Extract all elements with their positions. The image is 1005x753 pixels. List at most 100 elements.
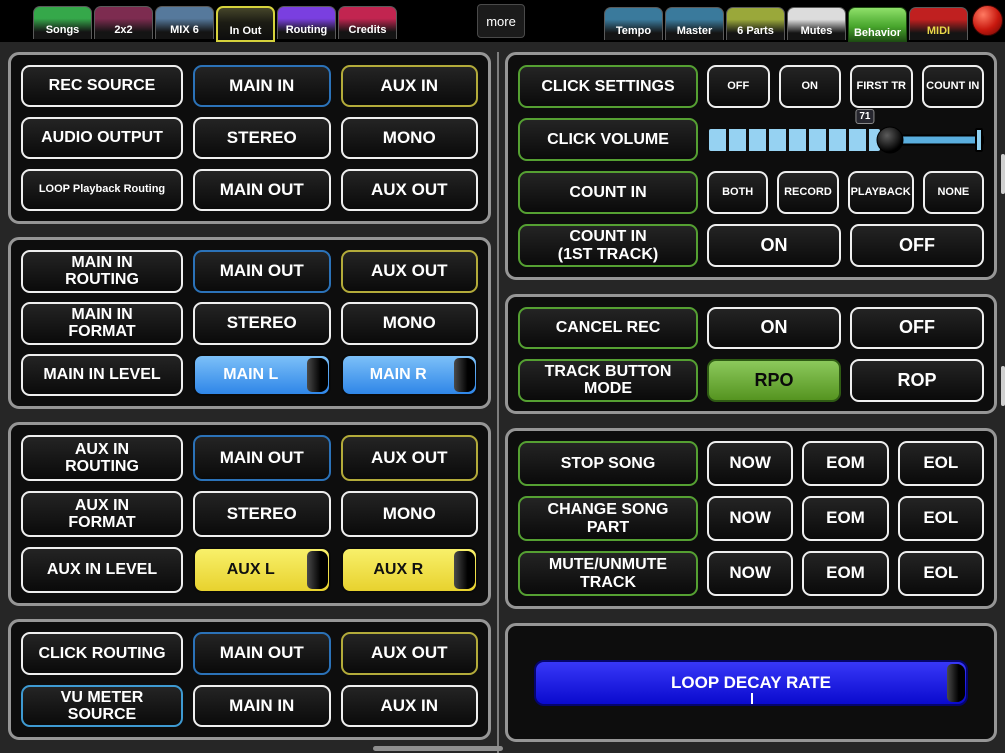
- tab-label: 6 Parts: [737, 25, 774, 37]
- cancel-rec-off-button[interactable]: OFF: [850, 307, 984, 349]
- vu-meter-source-label[interactable]: VU METER SOURCE: [21, 684, 183, 728]
- audio-output-label[interactable]: AUDIO OUTPUT: [21, 117, 183, 159]
- slider-knob[interactable]: [306, 358, 328, 392]
- count-in-first-off-button[interactable]: OFF: [850, 224, 984, 267]
- aux-in-format-label[interactable]: AUX IN FORMAT: [21, 491, 183, 537]
- tab-in-out[interactable]: In Out: [216, 6, 275, 42]
- tab-master[interactable]: Master: [665, 7, 724, 40]
- count-in-record-button[interactable]: RECORD: [777, 171, 839, 214]
- click-settings-label[interactable]: CLICK SETTINGS: [518, 65, 698, 108]
- aux-in-routing-label[interactable]: AUX IN ROUTING: [21, 435, 183, 481]
- main-l-level-slider[interactable]: MAIN L: [193, 354, 331, 396]
- main-out-button[interactable]: MAIN OUT: [193, 435, 331, 481]
- stop-song-eol-button[interactable]: EOL: [897, 441, 984, 486]
- mono-button[interactable]: MONO: [340, 117, 478, 159]
- count-in-first-track-label[interactable]: COUNT IN (1ST TRACK): [518, 224, 698, 267]
- red-round-button[interactable]: [972, 5, 1003, 36]
- mute-eom-button[interactable]: EOM: [802, 551, 889, 596]
- stereo-button[interactable]: STEREO: [193, 491, 331, 537]
- main-out-button[interactable]: MAIN OUT: [193, 169, 331, 211]
- track-button-mode-label[interactable]: TRACK BUTTON MODE: [518, 359, 698, 402]
- click-on-button[interactable]: ON: [778, 65, 841, 108]
- change-part-eom-button[interactable]: EOM: [802, 496, 889, 541]
- rop-button[interactable]: ROP: [850, 359, 984, 402]
- tab-mutes[interactable]: Mutes: [787, 7, 846, 40]
- slider-knob[interactable]: [306, 551, 328, 589]
- stereo-button[interactable]: STEREO: [193, 117, 331, 159]
- main-in-button[interactable]: MAIN IN: [193, 65, 331, 107]
- more-button[interactable]: more: [477, 4, 525, 38]
- count-in-playback-button[interactable]: PLAYBACK: [847, 171, 914, 214]
- aux-l-level-slider[interactable]: AUX L: [193, 547, 331, 593]
- tab-2x2[interactable]: 2x2: [94, 6, 153, 39]
- app-root: Songs 2x2 MIX 6 In Out Routing Credits m…: [0, 0, 1005, 753]
- slider-label: AUX L: [226, 561, 275, 578]
- count-in-first-on-button[interactable]: ON: [707, 224, 841, 267]
- aux-out-button[interactable]: AUX OUT: [340, 435, 478, 481]
- stereo-button[interactable]: STEREO: [193, 302, 331, 345]
- loop-playback-routing-label[interactable]: LOOP Playback Routing: [21, 169, 183, 211]
- mute-unmute-track-label[interactable]: MUTE/UNMUTE TRACK: [518, 551, 698, 596]
- audio-output-row: AUDIO OUTPUT STEREO MONO: [21, 117, 478, 159]
- stop-song-now-button[interactable]: NOW: [707, 441, 794, 486]
- cancel-rec-label[interactable]: CANCEL REC: [518, 307, 698, 349]
- click-first-tr-button[interactable]: FIRST TR: [850, 65, 913, 108]
- main-r-level-slider[interactable]: MAIN R: [340, 354, 478, 396]
- tab-label: Master: [676, 25, 713, 37]
- mute-eol-button[interactable]: EOL: [897, 551, 984, 596]
- count-in-both-button[interactable]: BOTH: [707, 171, 769, 214]
- rec-source-label[interactable]: REC SOURCE: [21, 65, 183, 107]
- click-count-in-button[interactable]: COUNT IN: [921, 65, 984, 108]
- aux-out-button[interactable]: AUX OUT: [340, 169, 478, 211]
- change-song-part-label[interactable]: CHANGE SONG PART: [518, 496, 698, 541]
- aux-in-button[interactable]: AUX IN: [340, 684, 478, 728]
- slider-knob[interactable]: [876, 126, 904, 153]
- count-in-none-button[interactable]: NONE: [922, 171, 984, 214]
- slider-knob[interactable]: [946, 663, 965, 702]
- tab-credits[interactable]: Credits: [338, 6, 397, 39]
- aux-out-button[interactable]: AUX OUT: [340, 250, 478, 293]
- rec-source-row: REC SOURCE MAIN IN AUX IN: [21, 65, 478, 107]
- tab-routing[interactable]: Routing: [277, 6, 336, 39]
- tab-behavior[interactable]: Behavior: [848, 7, 907, 42]
- main-in-format-row: MAIN IN FORMAT STEREO MONO: [21, 302, 478, 345]
- cancel-rec-on-button[interactable]: ON: [707, 307, 841, 349]
- main-in-routing-label[interactable]: MAIN IN ROUTING: [21, 250, 183, 293]
- stop-song-eom-button[interactable]: EOM: [802, 441, 889, 486]
- tab-6-parts[interactable]: 6 Parts: [726, 7, 785, 40]
- main-in-level-label[interactable]: MAIN IN LEVEL: [21, 354, 183, 396]
- change-part-eol-button[interactable]: EOL: [897, 496, 984, 541]
- click-volume-slider[interactable]: 71: [707, 109, 984, 161]
- stop-song-label[interactable]: STOP SONG: [518, 441, 698, 486]
- rpo-button[interactable]: RPO: [707, 359, 841, 402]
- main-in-button[interactable]: MAIN IN: [193, 684, 331, 728]
- tab-mix6[interactable]: MIX 6: [155, 6, 214, 39]
- mono-button[interactable]: MONO: [340, 302, 478, 345]
- track-button-mode-row: TRACK BUTTON MODE RPO ROP: [518, 359, 984, 402]
- count-in-label[interactable]: COUNT IN: [518, 171, 698, 214]
- change-part-now-button[interactable]: NOW: [707, 496, 794, 541]
- aux-in-button[interactable]: AUX IN: [340, 65, 478, 107]
- slider-knob[interactable]: [454, 551, 475, 589]
- count-in-row: COUNT IN BOTH RECORD PLAYBACK NONE: [518, 171, 984, 214]
- tab-tempo[interactable]: Tempo: [604, 7, 663, 40]
- slider-knob[interactable]: [454, 358, 475, 392]
- mute-now-button[interactable]: NOW: [707, 551, 794, 596]
- aux-in-level-label[interactable]: AUX IN LEVEL: [21, 547, 183, 593]
- mono-button[interactable]: MONO: [340, 491, 478, 537]
- main-out-button[interactable]: MAIN OUT: [193, 250, 331, 293]
- aux-out-button[interactable]: AUX OUT: [340, 632, 478, 675]
- click-routing-label[interactable]: CLICK ROUTING: [21, 632, 183, 675]
- click-off-button[interactable]: OFF: [707, 65, 770, 108]
- tab-midi[interactable]: MIDI: [909, 7, 968, 40]
- loop-decay-slider[interactable]: LOOP DECAY RATE: [534, 659, 968, 706]
- main-in-format-label[interactable]: MAIN IN FORMAT: [21, 302, 183, 345]
- count-in-first-track-row: COUNT IN (1ST TRACK) ON OFF: [518, 224, 984, 267]
- slider-label: MAIN L: [223, 366, 279, 383]
- click-volume-label[interactable]: CLICK VOLUME: [518, 118, 698, 161]
- loop-playback-routing-row: LOOP Playback Routing MAIN OUT AUX OUT: [21, 169, 478, 211]
- tab-songs[interactable]: Songs: [33, 6, 92, 39]
- main-out-button[interactable]: MAIN OUT: [193, 632, 331, 675]
- aux-r-level-slider[interactable]: AUX R: [340, 547, 478, 593]
- horizontal-scrollbar[interactable]: [373, 746, 503, 751]
